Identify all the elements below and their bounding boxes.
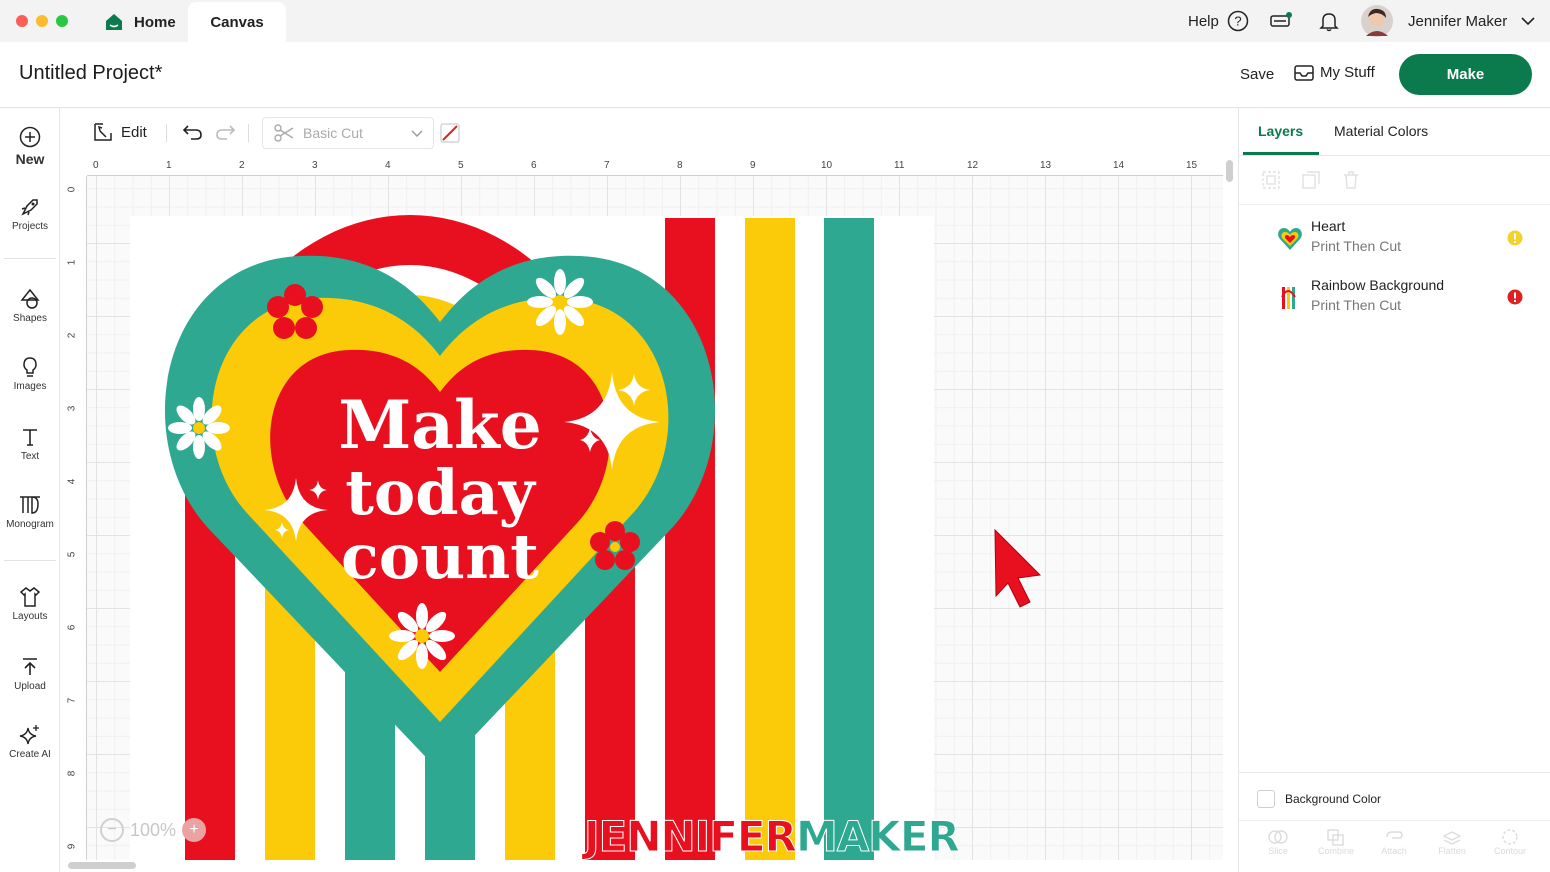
zoom-in-button[interactable]: + bbox=[182, 818, 207, 842]
zoom-control: − 100% + bbox=[100, 814, 207, 846]
vertical-scrollbar[interactable] bbox=[1226, 160, 1233, 182]
flatten-button[interactable]: Flatten bbox=[1429, 828, 1475, 856]
heart-text-line-2: today bbox=[345, 456, 537, 529]
actions-divider bbox=[1239, 204, 1550, 205]
layer-operation: Print Then Cut bbox=[1311, 238, 1402, 254]
combine-icon bbox=[1327, 829, 1344, 846]
paperclip-icon bbox=[1386, 831, 1403, 839]
attach-button[interactable]: Attach bbox=[1371, 828, 1417, 856]
contour-button[interactable]: Contour bbox=[1487, 828, 1533, 856]
group-layers-icon[interactable] bbox=[1261, 170, 1281, 190]
trash-icon[interactable] bbox=[1341, 170, 1361, 190]
white-daisy-bottom bbox=[389, 603, 455, 669]
footer-tool-label: Attach bbox=[1381, 846, 1407, 856]
white-daisy-top-right bbox=[527, 269, 593, 335]
layer-name: Heart bbox=[1311, 218, 1346, 234]
background-color-checkbox[interactable] bbox=[1257, 790, 1275, 808]
cursor-arrow-icon bbox=[994, 528, 1042, 608]
error-icon[interactable] bbox=[1507, 289, 1523, 305]
layer-row-heart[interactable]: Heart Print Then Cut bbox=[1239, 218, 1550, 268]
combine-button[interactable]: Combine bbox=[1313, 828, 1359, 856]
contour-icon bbox=[1502, 829, 1518, 845]
panel-footer-divider bbox=[1239, 772, 1550, 773]
tab-layers[interactable]: Layers bbox=[1258, 123, 1303, 139]
watermark-logo: JENNIFERMAKER bbox=[584, 812, 961, 862]
background-color-toggle[interactable]: Background Color bbox=[1257, 790, 1381, 808]
footer-tool-label: Contour bbox=[1493, 846, 1527, 856]
heart-text-line-1: Make bbox=[338, 386, 542, 464]
footer-tool-label: Flatten bbox=[1438, 846, 1466, 856]
background-color-label: Background Color bbox=[1285, 792, 1382, 806]
duplicate-icon[interactable] bbox=[1301, 170, 1321, 190]
slice-icon bbox=[1268, 830, 1288, 844]
heart-text-line-3: count bbox=[341, 520, 539, 593]
layers-panel: Layers Material Colors Heart Print Then … bbox=[1238, 108, 1550, 872]
watermark-part-1: JENNIFER bbox=[584, 812, 798, 862]
tab-material-colors[interactable]: Material Colors bbox=[1334, 123, 1428, 139]
footer-tool-label: Slice bbox=[1268, 846, 1288, 856]
footer-tool-label: Combine bbox=[1317, 846, 1355, 856]
rainbow-thumbnail-icon bbox=[1281, 287, 1296, 309]
slice-button[interactable]: Slice bbox=[1255, 828, 1301, 856]
footer-tools-divider bbox=[1239, 820, 1550, 821]
layer-operation: Print Then Cut bbox=[1311, 297, 1402, 313]
watermark-part-2: MAKER bbox=[795, 812, 960, 862]
heart-thumbnail-icon bbox=[1278, 228, 1302, 250]
layer-name: Rainbow Background bbox=[1311, 277, 1445, 293]
zoom-out-button[interactable]: − bbox=[100, 818, 124, 842]
flatten-icon bbox=[1442, 831, 1462, 845]
tabs-divider bbox=[1239, 155, 1550, 156]
layer-row-rainbow-background[interactable]: Rainbow Background Print Then Cut bbox=[1239, 277, 1550, 327]
horizontal-scrollbar[interactable] bbox=[68, 862, 136, 869]
warning-icon[interactable] bbox=[1507, 230, 1523, 246]
heart-text[interactable]: Make today count bbox=[338, 386, 542, 593]
zoom-level: 100% bbox=[130, 819, 177, 840]
